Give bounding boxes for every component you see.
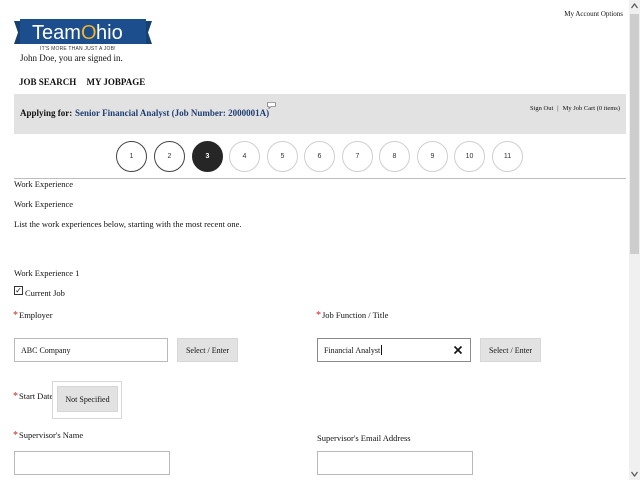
employer-label-text: Employer	[19, 310, 53, 320]
supervisor-name-label: *Supervisor's Name	[13, 430, 83, 441]
chat-bubble-icon[interactable]	[267, 102, 276, 109]
current-job-label: Current Job	[25, 288, 65, 298]
application-steps: 1 2 3 4 5 6 7 8 9 10 11	[116, 141, 526, 175]
work-experience-entry-title: Work Experience 1	[14, 268, 80, 278]
job-function-value: Financial Analyst	[324, 345, 381, 355]
required-marker: *	[13, 430, 18, 441]
employer-label: *Employer	[13, 310, 53, 321]
sign-out-link[interactable]: Sign Out	[530, 105, 553, 112]
job-function-select-button[interactable]: Select / Enter	[480, 338, 541, 362]
logo-o-text: O	[81, 22, 97, 44]
supervisor-name-input[interactable]	[14, 451, 170, 475]
applying-for-label: Applying for:	[20, 108, 73, 118]
supervisor-email-label: Supervisor's Email Address	[317, 433, 411, 443]
text-cursor	[381, 345, 383, 355]
scroll-down-arrow-icon[interactable]	[631, 471, 638, 477]
start-date-label: *Start Date	[13, 391, 53, 402]
logo-team-text: Team	[32, 22, 81, 44]
step-1[interactable]: 1	[116, 141, 147, 172]
subsection-title: Work Experience	[14, 199, 74, 209]
section-divider	[14, 178, 626, 179]
required-marker: *	[316, 310, 321, 321]
step-6[interactable]: 6	[304, 141, 335, 172]
step-3[interactable]: 3	[192, 141, 223, 172]
nav-my-jobpage[interactable]: MY JOBPAGE	[87, 77, 146, 87]
step-9[interactable]: 9	[417, 141, 448, 172]
start-date-label-text: Start Date	[19, 391, 54, 401]
supervisor-name-label-text: Supervisor's Name	[19, 430, 84, 440]
job-function-input[interactable]: Financial Analyst	[317, 338, 471, 362]
start-date-button[interactable]: Not Specified	[57, 386, 118, 412]
signed-in-status: John Doe, you are signed in.	[20, 53, 123, 63]
job-function-label-text: Job Function / Title	[322, 310, 389, 320]
scrollbar-thumb[interactable]	[630, 14, 639, 254]
step-10[interactable]: 10	[454, 141, 485, 172]
banner-links: Sign Out | My Job Cart (0 items)	[530, 105, 620, 112]
step-7[interactable]: 7	[342, 141, 373, 172]
step-8[interactable]: 8	[379, 141, 410, 172]
applied-job-title: Senior Financial Analyst (Job Number: 20…	[75, 108, 270, 118]
clear-icon[interactable]	[453, 345, 463, 355]
step-2[interactable]: 2	[154, 141, 185, 172]
instructions-text: List the work experiences below, startin…	[14, 219, 242, 229]
my-account-options-link[interactable]: My Account Options	[564, 10, 623, 18]
nav-job-search[interactable]: JOB SEARCH	[19, 77, 76, 87]
link-separator: |	[557, 105, 559, 112]
section-title: Work Experience	[14, 179, 74, 189]
job-cart-link[interactable]: My Job Cart (0 items)	[563, 105, 620, 112]
required-marker: *	[13, 310, 18, 321]
step-4[interactable]: 4	[229, 141, 260, 172]
supervisor-email-input[interactable]	[317, 451, 473, 475]
scroll-up-arrow-icon[interactable]	[631, 3, 638, 9]
current-job-checkbox[interactable]: ✓	[14, 286, 23, 295]
step-11[interactable]: 11	[492, 141, 523, 172]
applying-banner: Applying for: Senior Financial Analyst (…	[14, 94, 626, 134]
employer-select-button[interactable]: Select / Enter	[177, 338, 238, 362]
vertical-scrollbar[interactable]	[629, 0, 640, 480]
main-nav: JOB SEARCH MY JOBPAGE	[19, 77, 153, 87]
employer-input[interactable]: ABC Company	[14, 338, 168, 362]
employer-value: ABC Company	[21, 345, 71, 355]
checkmark-icon: ✓	[15, 285, 22, 295]
job-function-label: *Job Function / Title	[316, 310, 388, 321]
logo-tagline: IT'S MORE THAN JUST A JOB!	[40, 46, 116, 52]
step-5[interactable]: 5	[267, 141, 298, 172]
required-marker: *	[13, 391, 18, 402]
logo-hio-text: hio	[96, 22, 123, 44]
